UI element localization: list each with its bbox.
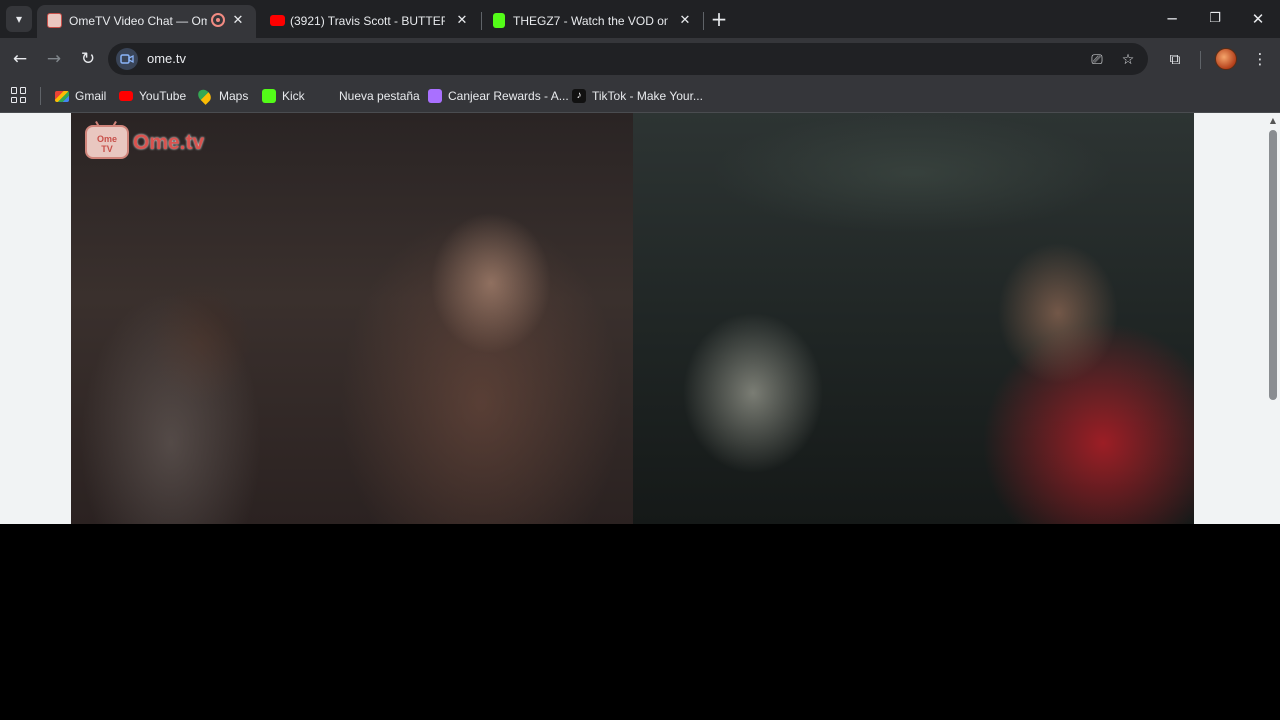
url-text: ome.tv [147,51,187,66]
kick-favicon-icon [493,13,505,28]
close-tab-icon[interactable]: ✕ [230,12,246,28]
gmail-icon [55,91,69,102]
tab-divider [703,12,704,30]
logo-badge-line1: Ome [96,134,117,144]
address-bar[interactable]: ome.tv ⎚ ☆ [108,43,1148,75]
bookmark-gmail[interactable]: Gmail [55,87,110,105]
tab-strip: ▾ OmeTV Video Chat — Ome ✕ (3921) Travis… [0,0,1280,38]
back-icon[interactable]: ← [8,47,32,71]
close-tab-icon[interactable]: ✕ [677,12,693,28]
page-content: Ome TV Ome.tv ▲ [0,113,1280,524]
forward-icon[interactable]: → [42,47,66,71]
tab-kick[interactable]: THEGZ7 - Watch the VOD on Ki ✕ [483,5,703,38]
scroll-up-icon[interactable]: ▲ [1268,116,1278,126]
tab-divider [481,12,482,30]
tab-title: OmeTV Video Chat — Ome [69,14,207,28]
bookmarks-bar: Gmail YouTube Maps Kick Nueva pestaña Ca… [0,80,1280,113]
bookmark-label: Canjear Rewards - A... [448,89,569,103]
menu-kebab-icon[interactable]: ⋮ [1248,47,1272,71]
recording-icon [211,13,225,27]
new-tab-icon[interactable]: + [709,9,729,29]
ometv-logo: Ome TV Ome.tv [85,121,225,161]
browser-toolbar: ← → ↻ ome.tv ⎚ ☆ ⧉ ⋮ [0,38,1280,80]
bookmark-label: YouTube [139,89,187,103]
close-tab-icon[interactable]: ✕ [454,12,470,28]
tab-ometv[interactable]: OmeTV Video Chat — Ome ✕ [37,5,256,38]
cast-install-icon[interactable]: ⎚ [1088,51,1106,69]
bookmark-label: Gmail [75,89,107,103]
twitch-icon [428,89,442,103]
profile-avatar[interactable] [1215,48,1237,70]
kick-icon [262,89,276,103]
bookmarks-divider [40,87,41,105]
bookmark-youtube[interactable]: YouTube [119,87,187,105]
apps-grid-icon[interactable] [11,87,27,103]
bookmark-kick[interactable]: Kick [262,87,307,105]
close-window-icon[interactable]: ✕ [1237,0,1279,38]
bookmark-label: Nueva pestaña [339,89,420,103]
bookmark-maps[interactable]: Maps [195,87,251,105]
extensions-icon[interactable]: ⧉ [1163,47,1187,71]
tab-youtube[interactable]: (3921) Travis Scott - BUTTERFLY ✕ [260,5,480,38]
letterbox-area [0,524,1280,720]
restore-icon[interactable]: ❐ [1194,0,1236,38]
logo-badge-line2: TV [101,144,113,154]
bookmark-label: Maps [219,89,249,103]
bookmark-label: Kick [282,89,305,103]
maps-icon [195,87,214,105]
bookmark-tiktok[interactable]: ♪ TikTok - Make Your... [572,87,703,105]
scrollbar-thumb[interactable] [1269,130,1277,400]
youtube-icon [119,91,133,101]
bookmark-canjear-rewards[interactable]: Canjear Rewards - A... [428,87,569,105]
self-video-feed [633,113,1194,524]
reload-icon[interactable]: ↻ [76,47,100,71]
bookmark-star-icon[interactable]: ☆ [1119,51,1137,69]
minimize-icon[interactable]: ─ [1151,0,1193,38]
tab-search-chevron-icon[interactable]: ▾ [6,6,32,32]
youtube-favicon-icon [270,15,285,26]
partner-video-feed: Ome TV Ome.tv [71,113,633,524]
logo-wordmark: Ome.tv [133,131,205,154]
tab-title: THEGZ7 - Watch the VOD on Ki [513,14,668,28]
bookmark-nueva-pestana[interactable]: Nueva pestaña [319,87,420,105]
bookmark-label: TikTok - Make Your... [592,89,703,103]
tiktok-icon: ♪ [572,89,586,103]
site-info-icon[interactable] [116,48,138,70]
tab-title: (3921) Travis Scott - BUTTERFLY [290,14,445,28]
logo-tv-badge: Ome TV [85,125,129,159]
toolbar-divider [1200,51,1201,69]
ometv-favicon-icon [47,13,62,28]
